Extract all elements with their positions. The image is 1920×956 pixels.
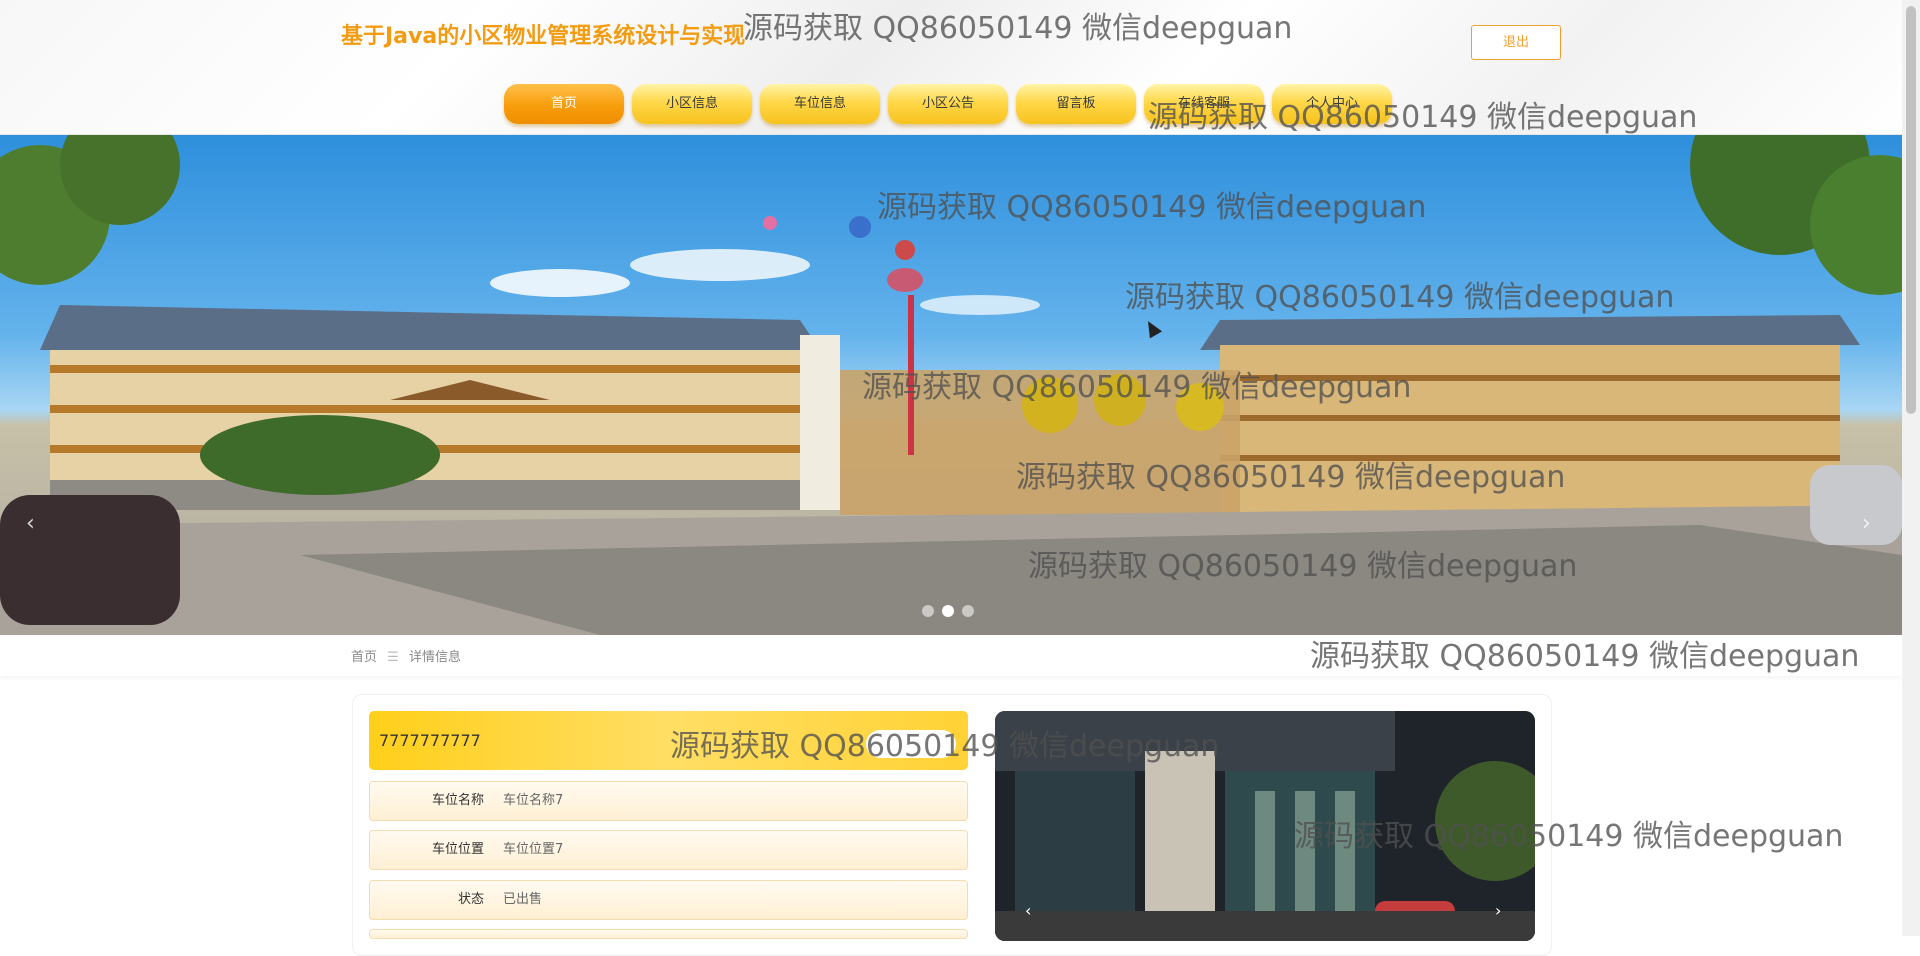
field-label: 状态 <box>457 892 484 907</box>
breadcrumb-bar <box>0 636 1902 676</box>
detail-image-carousel[interactable]: ‹ › <box>995 711 1535 941</box>
nav-item-message-board[interactable]: 留言板 <box>1016 84 1136 124</box>
field-value: 已出售 <box>503 892 543 907</box>
field-row-parking-location: 车位位置 车位位置7 <box>369 830 968 870</box>
site-header: 基于Java的小区物业管理系统设计与实现 退出 首页 小区信息 车位信息 小区公… <box>0 0 1902 135</box>
breadcrumb-current: 详情信息 <box>408 650 461 665</box>
breadcrumb-home[interactable]: 首页 <box>351 650 377 665</box>
banner-image <box>0 135 1902 635</box>
logout-button[interactable]: 退出 <box>1471 25 1561 60</box>
field-row-partial <box>369 929 968 939</box>
field-value: 车位名称7 <box>503 793 564 808</box>
chevron-left-icon[interactable]: ‹ <box>26 511 35 536</box>
chevron-right-icon[interactable]: › <box>1495 901 1501 920</box>
chevron-right-icon[interactable]: › <box>1862 511 1871 536</box>
page-scrollbar[interactable] <box>1902 0 1920 936</box>
site-title: 基于Java的小区物业管理系统设计与实现 <box>341 24 746 49</box>
nav-item-community-info[interactable]: 小区信息 <box>632 84 752 124</box>
nav-item-home[interactable]: 首页 <box>504 84 624 124</box>
carousel-dot[interactable] <box>922 605 934 617</box>
collect-button[interactable] <box>866 730 956 758</box>
breadcrumb: 首页 ☰ 详情信息 <box>351 646 467 665</box>
nav-item-online-service[interactable]: 在线客服 <box>1144 84 1264 124</box>
field-label: 车位名称 <box>431 793 484 808</box>
nav-item-personal-center[interactable]: 个人中心 <box>1272 84 1392 124</box>
detail-image <box>995 711 1535 941</box>
chevron-left-icon[interactable]: ‹ <box>1025 901 1031 920</box>
field-row-status: 状态 已出售 <box>369 880 968 920</box>
carousel-dot-active[interactable] <box>942 605 954 617</box>
field-label: 车位位置 <box>431 842 484 857</box>
nav-item-announcements[interactable]: 小区公告 <box>888 84 1008 124</box>
carousel-dot[interactable] <box>962 605 974 617</box>
field-row-parking-name: 车位名称 车位名称7 <box>369 781 968 821</box>
field-value: 车位位置7 <box>503 842 564 857</box>
banner-carousel[interactable]: ‹ › <box>0 135 1902 635</box>
scrollbar-thumb[interactable] <box>1906 6 1916 414</box>
breadcrumb-separator-icon: ☰ <box>387 650 399 665</box>
nav-item-parking-info[interactable]: 车位信息 <box>760 84 880 124</box>
